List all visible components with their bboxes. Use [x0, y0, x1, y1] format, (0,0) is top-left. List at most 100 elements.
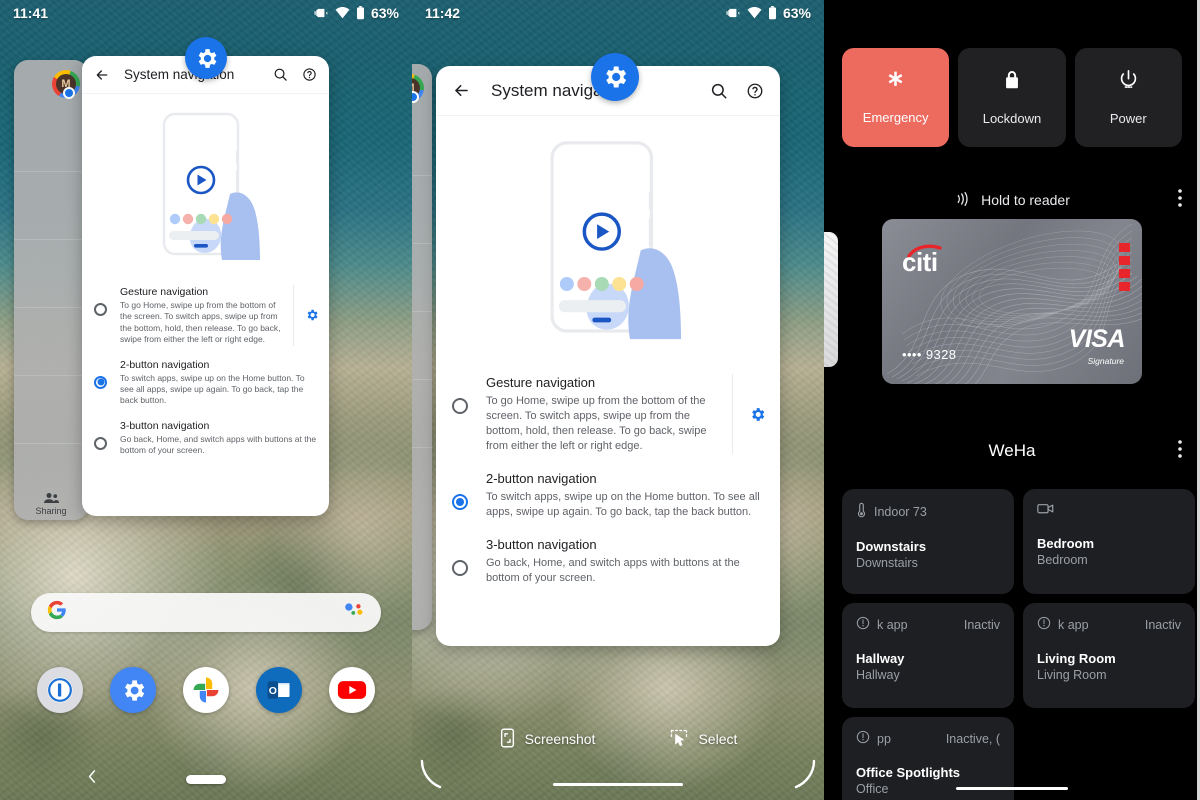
avatar: M: [412, 74, 424, 103]
help-icon[interactable]: [302, 67, 317, 82]
panel-power-menu: Emergency Lockdown Power Hold to reader …: [824, 0, 1200, 800]
search-icon[interactable]: [273, 67, 288, 82]
panel-home-settings: 11:41 63% M Sharing System navigation Ge…: [0, 0, 412, 800]
tile-top-label: k app: [1058, 617, 1089, 632]
list-item: [14, 104, 88, 172]
list-item: [412, 380, 432, 448]
radio-gesture[interactable]: [452, 398, 468, 414]
tile-top-label: pp: [877, 731, 891, 746]
power-button[interactable]: Power: [1074, 48, 1182, 147]
tile-status: Inactiv: [963, 617, 1000, 632]
back-gesture-arc-right[interactable]: [790, 759, 816, 794]
option-gesture-navigation[interactable]: Gesture navigation To go Home, swipe up …: [436, 366, 780, 462]
option-3-button-navigation[interactable]: 3-button navigation Go back, Home, and s…: [82, 413, 329, 463]
home-pill-icon[interactable]: [553, 783, 683, 786]
option-2-button-navigation[interactable]: 2-button navigation To switch apps, swip…: [436, 462, 780, 528]
screenshot-label: Screenshot: [524, 731, 596, 747]
emergency-asterisk-icon: [886, 70, 905, 94]
option-title: 3-button navigation: [120, 419, 210, 432]
sharing-tab[interactable]: Sharing: [412, 602, 432, 626]
wifi-icon: [335, 7, 350, 19]
help-icon[interactable]: [746, 82, 764, 100]
more-vertical-icon[interactable]: [1178, 189, 1182, 210]
back-arrow-icon[interactable]: [452, 81, 471, 100]
back-arrow-icon[interactable]: [94, 67, 110, 83]
sharing-label: Sharing: [35, 506, 67, 516]
previous-card-preview[interactable]: [824, 232, 838, 367]
radio-3-button[interactable]: [94, 436, 107, 450]
option-3-button-navigation[interactable]: 3-button navigation Go back, Home, and s…: [436, 528, 780, 594]
radio-2-button[interactable]: [94, 375, 107, 389]
search-icon[interactable]: [710, 82, 728, 100]
settings-app-icon[interactable]: [110, 667, 157, 713]
recents-card-rows: [14, 104, 88, 478]
home-pill-icon[interactable]: [186, 774, 226, 784]
lockdown-button[interactable]: Lockdown: [958, 48, 1066, 147]
navigation-options-list: Gesture navigation To go Home, swipe up …: [82, 279, 329, 516]
screenshot-action[interactable]: Screenshot: [499, 728, 596, 751]
google-photos-app-icon[interactable]: [182, 667, 229, 713]
power-menu-buttons: Emergency Lockdown Power: [842, 48, 1182, 147]
tile-room-name: Hallway: [856, 668, 900, 682]
gesture-illustration: [436, 116, 780, 366]
back-chevron-icon[interactable]: [86, 769, 98, 790]
option-title: Gesture navigation: [120, 286, 209, 298]
card-number: •••• 9328: [902, 347, 957, 362]
google-assistant-icon[interactable]: [343, 602, 365, 623]
tile-header: k app Inactiv: [1037, 616, 1181, 633]
tile-header: pp Inactive, (: [856, 730, 1000, 747]
gear-icon[interactable]: [185, 37, 227, 79]
tile-status: Inactive, (: [945, 731, 1000, 746]
youtube-app-icon[interactable]: [328, 667, 375, 713]
gesture-settings-gear-icon[interactable]: [732, 374, 766, 454]
tile-hallway[interactable]: k app Inactiv Hallway Hallway: [842, 603, 1014, 708]
list-item: [412, 176, 432, 244]
option-title: Gesture navigation: [486, 375, 596, 390]
tile-top-label: k app: [877, 617, 908, 632]
radio-gesture[interactable]: [94, 303, 107, 316]
option-gesture-navigation[interactable]: Gesture navigation To go Home, swipe up …: [82, 279, 329, 352]
1password-app-icon[interactable]: [37, 667, 84, 713]
tile-top-label: Indoor 73: [874, 504, 927, 519]
recents-card-behind[interactable]: M Sharing: [412, 64, 432, 630]
outlook-app-icon[interactable]: O: [255, 667, 302, 713]
navigation-options-list: Gesture navigation To go Home, swipe up …: [436, 366, 780, 646]
thermometer-icon: [856, 502, 867, 521]
select-label: Select: [698, 731, 738, 747]
app-dock: O: [0, 662, 412, 718]
battery-percent: 63%: [782, 5, 811, 21]
more-vertical-icon[interactable]: [1178, 440, 1182, 463]
option-2-button-navigation[interactable]: 2-button navigation To switch apps, swip…: [82, 352, 329, 413]
status-indicators: 63%: [314, 5, 399, 21]
tile-downstairs-thermostat[interactable]: Indoor 73 Downstairs Downstairs: [842, 489, 1014, 594]
status-clock: 11:41: [13, 5, 49, 21]
lock-icon: [1003, 70, 1021, 95]
error-circle-icon: [1037, 616, 1051, 633]
credit-card-citi-visa[interactable]: citi •••• 9328 VISA Signature: [882, 219, 1142, 384]
tile-bedroom-camera[interactable]: Bedroom Bedroom: [1023, 489, 1195, 594]
list-item: [14, 308, 88, 376]
power-label: Power: [1109, 111, 1147, 126]
gesture-settings-gear-icon[interactable]: [293, 285, 319, 346]
home-controls-header: WeHa: [842, 436, 1182, 466]
home-pill-icon[interactable]: [956, 787, 1068, 790]
app-bar-actions: [710, 82, 764, 100]
google-search-bar[interactable]: [31, 593, 381, 632]
gear-icon[interactable]: [591, 53, 639, 101]
back-gesture-arc-left[interactable]: [420, 759, 446, 794]
navigation-bar: [0, 758, 412, 800]
tile-header: [1037, 502, 1181, 518]
list-item: [14, 172, 88, 240]
select-action[interactable]: Select: [669, 728, 737, 751]
radio-2-button[interactable]: [452, 494, 468, 510]
list-item: [412, 108, 432, 176]
radio-3-button[interactable]: [452, 560, 468, 576]
recents-card-behind[interactable]: M Sharing: [14, 60, 88, 520]
tile-living-room[interactable]: k app Inactiv Living Room Living Room: [1023, 603, 1195, 708]
sharing-tab[interactable]: Sharing: [14, 492, 88, 516]
emergency-button[interactable]: Emergency: [842, 48, 950, 147]
screenshot-icon: [499, 728, 516, 751]
avatar-badge: [63, 87, 75, 99]
option-description: To switch apps, swipe up on the Home but…: [120, 372, 305, 406]
google-g-icon: [47, 600, 67, 625]
